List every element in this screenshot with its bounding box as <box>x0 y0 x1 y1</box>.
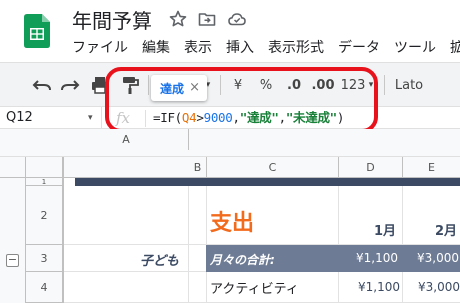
format-currency-button[interactable]: ¥ <box>228 73 248 97</box>
column-header-c[interactable]: C <box>207 157 339 178</box>
select-all-corner[interactable] <box>0 157 64 178</box>
menu-file[interactable]: ファイル <box>72 38 128 58</box>
chevron-down-icon[interactable]: ▾ <box>88 107 93 129</box>
formula-string-true: "達成" <box>239 110 279 125</box>
chip-label: 達成 <box>160 81 185 96</box>
formula-bar: Q12 ▾ fx =IF(Q4>9000,"達成","未達成") <box>0 106 460 129</box>
collapse-group-icon[interactable]: − <box>6 254 19 267</box>
sheets-logo-icon[interactable] <box>24 14 50 48</box>
formula-input[interactable]: =IF(Q4>9000,"達成","未達成") <box>153 107 344 129</box>
month-label-jan: 1月 <box>374 224 397 239</box>
cell-b2[interactable] <box>189 186 207 245</box>
toolbar-divider <box>148 75 149 95</box>
formula-cell-ref: Q4 <box>181 110 197 125</box>
formula-suggestion-chip[interactable]: 達成 × <box>151 75 207 101</box>
menu-bar: ファイル 編集 表示 挿入 表示形式 データ ツール 拡 <box>72 38 460 58</box>
cloud-status-icon[interactable] <box>227 9 247 29</box>
function-icon: fx <box>116 109 131 127</box>
formula-string-false: "未達成" <box>285 110 337 125</box>
month-label-feb: 2月 <box>435 224 458 239</box>
section-title: 支出 <box>210 211 255 236</box>
toolbar-divider <box>220 75 221 95</box>
star-icon[interactable] <box>168 9 188 29</box>
formula-comma: , <box>232 110 241 125</box>
menu-extensions[interactable]: 拡 <box>450 38 460 58</box>
cell-b3[interactable] <box>189 245 207 272</box>
cell-a4[interactable] <box>64 272 189 303</box>
formula-if: =IF( <box>153 110 182 125</box>
paint-format-icon[interactable] <box>118 73 142 97</box>
formula-number: 9000 <box>203 110 233 125</box>
group-label: 子ども <box>140 254 180 269</box>
toolbar: ▾ ¥ % .0 .00 123 ▾ Lato <box>0 62 460 106</box>
column-header-d[interactable]: D <box>339 157 403 178</box>
item-value-feb: ¥3,000 <box>418 280 460 294</box>
font-family-select[interactable]: Lato <box>394 73 424 97</box>
group-gutter <box>0 178 26 303</box>
formula-divider <box>145 110 146 127</box>
toolbar-divider <box>384 75 385 95</box>
formula-close-paren: ) <box>336 110 345 125</box>
move-to-folder-icon[interactable] <box>197 9 217 29</box>
row-header-1[interactable]: 1 <box>26 178 64 186</box>
menu-edit[interactable]: 編集 <box>142 38 170 58</box>
menu-format[interactable]: 表示形式 <box>268 38 324 58</box>
column-header-a[interactable]: A <box>64 129 189 150</box>
more-formats-button[interactable]: 123 <box>340 73 366 97</box>
monthly-total-label: 月々の合計: <box>210 253 275 267</box>
group-gutter-header <box>0 157 26 178</box>
title-bar: 年間予算 ファイル 編集 表示 挿入 表示形式 データ ツール 拡 <box>0 0 460 62</box>
formula-operator: > <box>196 110 204 125</box>
name-box[interactable]: Q12 <box>0 107 102 129</box>
header-band <box>75 178 460 186</box>
menu-data[interactable]: データ <box>338 38 380 58</box>
redo-icon[interactable] <box>58 73 82 97</box>
print-icon[interactable] <box>88 73 112 97</box>
row-header-4[interactable]: 4 <box>26 272 64 303</box>
monthly-total-feb: ¥3,000 <box>417 251 459 265</box>
cell-a2[interactable] <box>64 186 189 245</box>
row-header-2[interactable]: 2 <box>26 186 64 245</box>
menu-insert[interactable]: 挿入 <box>226 38 254 58</box>
item-label: アクティビティ <box>210 282 299 297</box>
document-title[interactable]: 年間予算 <box>72 5 152 34</box>
decrease-decimal-button[interactable]: .0 <box>283 73 305 97</box>
item-value-jan: ¥1,100 <box>358 280 400 294</box>
increase-decimal-button[interactable]: .00 <box>311 73 335 97</box>
undo-icon[interactable] <box>30 73 54 97</box>
menu-view[interactable]: 表示 <box>184 38 212 58</box>
row-header-3[interactable]: 3 <box>26 245 64 272</box>
formula-comma: , <box>278 110 287 125</box>
column-header-b[interactable]: B <box>189 157 207 178</box>
column-header-e[interactable]: E <box>403 157 460 178</box>
monthly-total-jan: ¥1,100 <box>356 251 398 265</box>
menu-tools[interactable]: ツール <box>394 38 436 58</box>
format-percent-button[interactable]: % <box>256 73 276 97</box>
cell-b4[interactable] <box>189 272 207 303</box>
more-formats-dropdown-icon[interactable]: ▾ <box>366 73 376 97</box>
close-icon[interactable]: × <box>189 80 200 95</box>
